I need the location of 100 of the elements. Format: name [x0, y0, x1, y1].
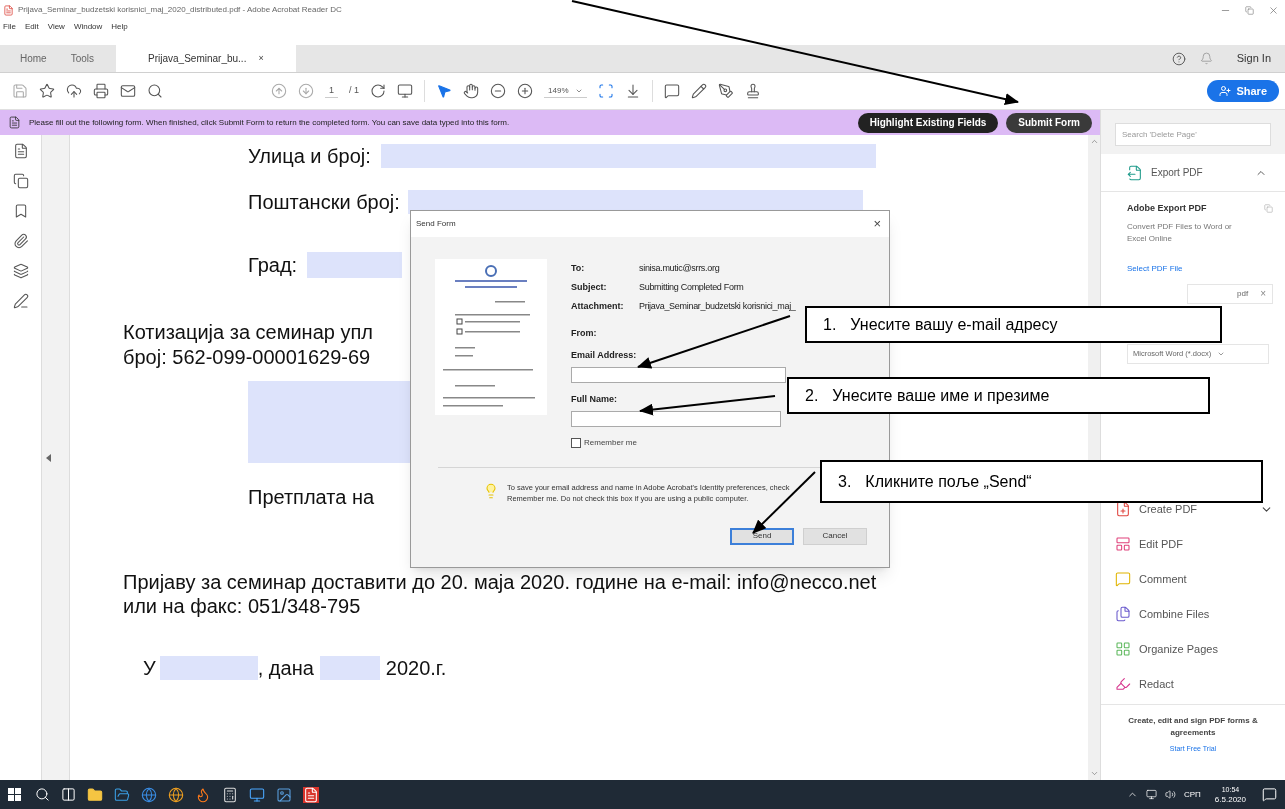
task-view-icon[interactable]: [61, 787, 76, 802]
tool-item[interactable]: Redact: [1139, 675, 1174, 693]
acrobat-taskbar-icon[interactable]: [303, 786, 319, 803]
tab[interactable]: Prijava_Seminar_bu... ×: [116, 45, 296, 72]
tool-item[interactable]: Organize Pages: [1139, 640, 1218, 658]
tool-item[interactable]: Create PDF: [1139, 500, 1198, 518]
volume-icon[interactable]: [1165, 789, 1176, 800]
remember-checkbox[interactable]: [571, 437, 581, 448]
collapse-handle-icon[interactable]: [46, 453, 51, 462]
export-title: Adobe Export PDF: [1127, 202, 1207, 215]
comment-icon[interactable]: [663, 83, 680, 99]
street-field[interactable]: [380, 144, 876, 168]
sign-in-link[interactable]: Sign In: [1236, 50, 1271, 67]
star-icon[interactable]: [39, 83, 55, 99]
detail-value: Prijava_Seminar_budzetski korisnici_maj_: [639, 299, 796, 313]
highlight-fields-button[interactable]: Highlight Existing Fields: [857, 112, 999, 133]
select-file-link[interactable]: Select PDF File: [1127, 262, 1273, 275]
dialog-title: Send Form: [416, 218, 456, 230]
window-title: Prijava_Seminar_budzetski korisnici_maj_2020_distributed.pdf - Adobe Acrobat Reader DC: [18, 4, 342, 16]
combine-tool-icon: [1115, 606, 1131, 622]
search-field[interactable]: Search 'Delete Page': [1115, 123, 1271, 146]
attachment-icon[interactable]: [12, 233, 29, 249]
network-icon[interactable]: [1146, 789, 1157, 800]
full-name-input[interactable]: [571, 410, 781, 427]
pen-icon[interactable]: [690, 83, 707, 99]
export-pdf-header[interactable]: Export PDF: [1151, 165, 1203, 180]
notification-icon[interactable]: [1262, 787, 1277, 802]
subscription-label: Претплата на: [248, 487, 375, 507]
date-field[interactable]: [319, 656, 380, 680]
tool-item[interactable]: Comment: [1139, 570, 1187, 588]
callout-number: 1.: [823, 314, 837, 335]
layers-icon[interactable]: [12, 263, 29, 279]
menu-item[interactable]: File: [3, 21, 16, 33]
close-tab-icon[interactable]: ×: [258, 51, 264, 66]
print-icon[interactable]: [93, 83, 109, 99]
menu-item[interactable]: Edit: [24, 21, 39, 33]
pages-icon[interactable]: [12, 173, 29, 189]
cursor-icon[interactable]: [436, 83, 453, 99]
zoom-out-icon[interactable]: [490, 83, 507, 99]
zoom-in-icon[interactable]: [517, 83, 534, 99]
form-message: Please fill out the following form. When finished, click Submit Form to return the completed form. You can save data typed into this form.: [29, 116, 510, 129]
screen-icon[interactable]: [397, 83, 414, 99]
clock-date: 6.5.2020: [1214, 794, 1246, 805]
create-tool-icon: [1115, 501, 1131, 517]
calculator-icon[interactable]: [222, 786, 238, 803]
city-field[interactable]: [307, 252, 403, 278]
menu-item[interactable]: Help: [111, 21, 128, 33]
rotate-icon[interactable]: [370, 83, 387, 99]
tool-item[interactable]: Combine Files: [1139, 605, 1210, 623]
form-icon: [8, 116, 21, 129]
fee-text: број: 562-099-00001629-69: [123, 347, 371, 367]
user-icon: [1219, 85, 1232, 97]
callout-number: 3.: [838, 471, 852, 492]
share-button[interactable]: Share: [1207, 80, 1279, 102]
date-label: , дана: [257, 658, 314, 678]
stamp-icon[interactable]: [744, 83, 761, 99]
close-icon[interactable]: [1268, 4, 1279, 16]
windows-start-icon[interactable]: [8, 788, 21, 801]
folder-icon[interactable]: [87, 786, 103, 803]
language-indicator[interactable]: СРП: [1184, 788, 1201, 801]
help-icon[interactable]: [1171, 51, 1186, 66]
dialog-close-button[interactable]: ×: [873, 214, 881, 234]
postal-label: Поштански број:: [248, 192, 400, 212]
edit-tool-icon: [1115, 536, 1131, 552]
send-button[interactable]: Send: [730, 527, 794, 545]
export-description: Convert PDF Files to Word or Excel Online: [1127, 220, 1233, 245]
app-icon[interactable]: [249, 786, 265, 803]
street-label: Улица и број:: [248, 146, 371, 166]
hand-icon[interactable]: [463, 83, 480, 99]
place-field[interactable]: [159, 656, 258, 680]
remove-file-icon[interactable]: ×: [1260, 286, 1266, 301]
tab[interactable]: Tools: [58, 45, 107, 72]
callout-number: 2.: [805, 385, 819, 406]
detail-label: Subject:: [571, 280, 608, 294]
submit-form-button[interactable]: Submit Form: [1006, 112, 1092, 133]
globe-icon[interactable]: [168, 786, 184, 803]
cancel-button[interactable]: Cancel: [803, 527, 867, 545]
tab[interactable]: Home: [8, 45, 59, 72]
browser-icon[interactable]: [141, 786, 157, 803]
tool-item[interactable]: Edit PDF: [1139, 535, 1183, 553]
signature-icon[interactable]: [12, 293, 29, 309]
remember-label: Remember me: [584, 436, 637, 449]
image-icon[interactable]: [276, 786, 292, 803]
export-pdf-icon: [1127, 164, 1143, 181]
file-explorer-icon[interactable]: [114, 786, 130, 803]
menu-item[interactable]: Window: [73, 21, 103, 33]
fee-text: Котизација за семинар упл: [123, 322, 373, 342]
email-input[interactable]: [571, 367, 786, 383]
search-icon[interactable]: [35, 787, 50, 802]
sign-icon[interactable]: [717, 83, 734, 99]
payment-field[interactable]: [248, 381, 410, 463]
search-icon[interactable]: [147, 83, 163, 99]
page-number-field[interactable]: 1: [325, 83, 338, 99]
zoom-dropdown[interactable]: 149%: [544, 84, 587, 98]
flame-icon[interactable]: [195, 786, 211, 803]
menu-item[interactable]: View: [47, 21, 65, 33]
email-label: Email Address:: [571, 348, 637, 362]
full-name-label: Full Name:: [571, 393, 617, 406]
upload-icon[interactable]: [66, 83, 82, 99]
mail-icon[interactable]: [120, 83, 136, 99]
